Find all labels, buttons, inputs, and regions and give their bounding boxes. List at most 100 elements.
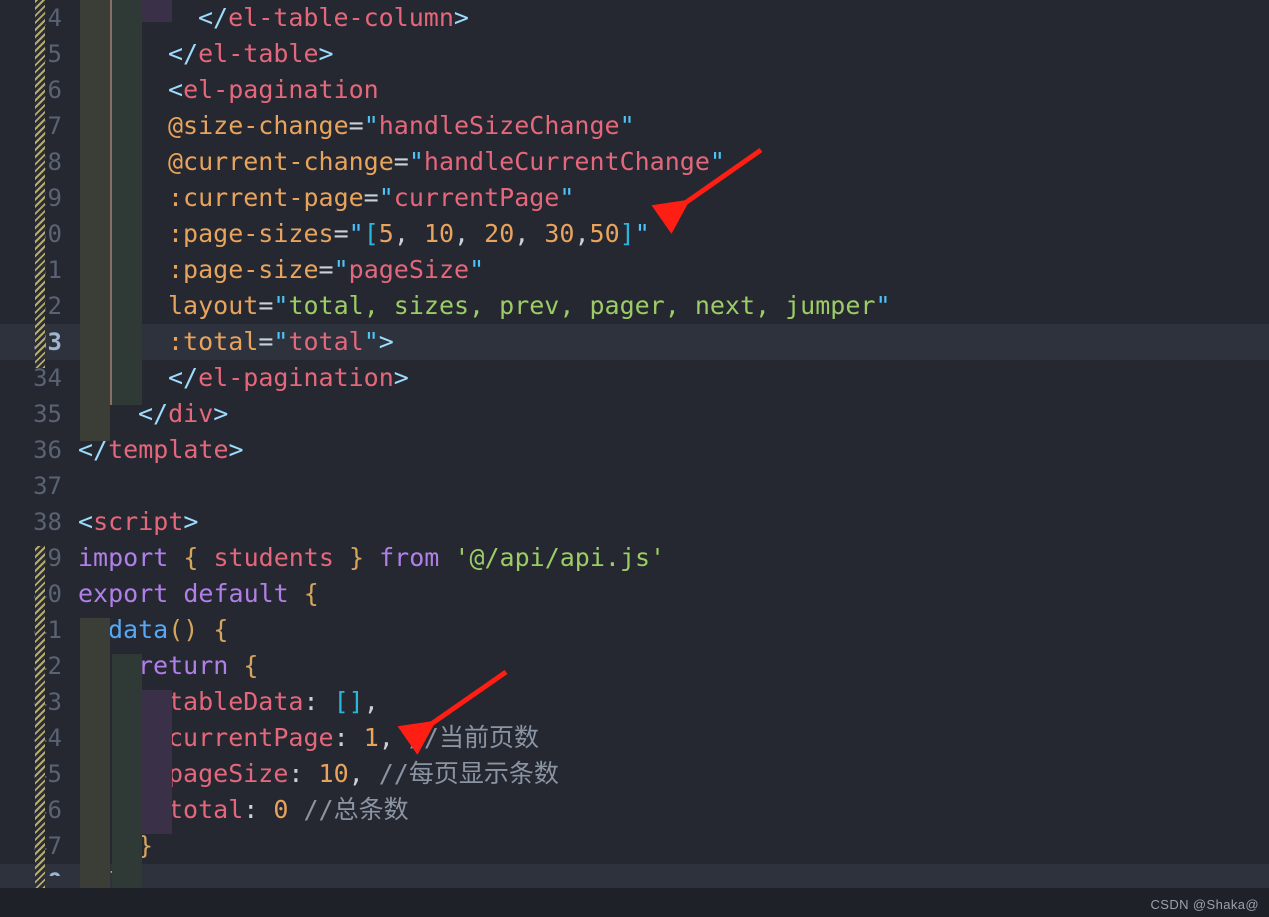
code-line[interactable]: 31:page-size="pageSize" [0, 252, 1269, 288]
code-line[interactable]: 42 return { [0, 648, 1269, 684]
code-token: handleCurrentChange [423, 147, 710, 176]
line-content: tableData: [], [168, 684, 379, 720]
code-token: = [318, 255, 334, 284]
code-token: " [559, 183, 575, 212]
code-line[interactable]: 29:current-page="currentPage" [0, 180, 1269, 216]
code-token: 10 [318, 759, 349, 788]
code-token: pageSize [168, 759, 289, 788]
code-line[interactable]: 25 </el-table> [0, 36, 1269, 72]
code-token: @current-change [168, 147, 394, 176]
code-token: el-pagination [198, 363, 394, 392]
code-token: default [183, 579, 289, 608]
code-token: students [213, 543, 334, 572]
code-token: , [454, 219, 485, 248]
code-token: " [634, 219, 650, 248]
line-content: export default { [78, 576, 319, 612]
code-token: el-table [198, 39, 319, 68]
code-token: div [168, 399, 214, 428]
code-token: , [378, 723, 409, 752]
code-line[interactable]: 28 @current-change="handleCurrentChange" [0, 144, 1269, 180]
code-token: > [393, 363, 409, 392]
code-line[interactable]: 35 </div> [0, 396, 1269, 432]
code-line[interactable]: 40 export default { [0, 576, 1269, 612]
line-content: layout="total, sizes, prev, pager, next,… [168, 288, 891, 324]
code-line[interactable]: 26 <el-pagination [0, 72, 1269, 108]
code-token: </ [138, 399, 169, 428]
code-token: " [363, 327, 379, 356]
line-number: 26 [33, 76, 62, 104]
code-line[interactable]: 36 </template> [0, 432, 1269, 468]
code-line[interactable]: 30:page-sizes="[5, 10, 20, 30,50]" [0, 216, 1269, 252]
code-line[interactable]: 34 </el-pagination> [0, 360, 1269, 396]
line-content: :page-sizes="[5, 10, 20, 30,50]" [168, 216, 650, 252]
code-token: @size-change [168, 111, 349, 140]
code-token: { [213, 615, 229, 644]
code-token: , [348, 759, 379, 788]
code-line[interactable]: 32 layout="total, sizes, prev, pager, nex… [0, 288, 1269, 324]
code-token: total, sizes, prev, pager, next, jumper [288, 291, 876, 320]
line-content: data() { [108, 612, 228, 648]
code-line[interactable]: 43 tableData: [], [0, 684, 1269, 720]
code-token: pageSize [348, 255, 470, 284]
code-line[interactable]: 41 data() { [0, 612, 1269, 648]
code-token: " [469, 255, 485, 284]
code-token: > [183, 507, 199, 536]
line-number: 29 [33, 184, 62, 212]
code-token: 30 [544, 219, 575, 248]
code-line[interactable]: 27 @size-change="handleSizeChange" [0, 108, 1269, 144]
code-line[interactable]: 37 [0, 468, 1269, 504]
code-line[interactable]: 47} [0, 828, 1269, 864]
line-content: return { [138, 648, 258, 684]
code-line[interactable]: 45 pageSize: 10, //每页显示条数 [0, 756, 1269, 792]
code-token: " [273, 291, 289, 320]
code-token: layout [168, 291, 259, 320]
code-line[interactable]: 46 total: 0 //总条数 [0, 792, 1269, 828]
code-editor[interactable]: 24 </el-table-column> 25 </el-table> 26 < el-p… [0, 0, 1269, 917]
code-token: 5 [378, 219, 394, 248]
line-number: 27 [33, 112, 62, 140]
code-line[interactable]: 44 currentPage: 1, //当前页数 [0, 720, 1269, 756]
code-token: </ [78, 435, 109, 464]
line-content: :page-size="pageSize" [168, 252, 484, 288]
code-token: [ [363, 219, 379, 248]
code-token: 1 [363, 723, 379, 752]
code-line[interactable]: 24 </el-table-column> [0, 0, 1269, 36]
code-token: < [168, 75, 184, 104]
line-number: 44 [33, 724, 62, 752]
horizontal-scrollbar[interactable] [0, 876, 1269, 888]
code-token: = [393, 147, 409, 176]
code-token: " [875, 291, 891, 320]
code-token: { [183, 543, 199, 572]
code-token: , [393, 219, 424, 248]
code-token: : [333, 723, 364, 752]
code-token: : [303, 687, 334, 716]
code-token: { [303, 579, 319, 608]
code-token: ] [619, 219, 635, 248]
line-content: :total="total"> [168, 324, 394, 360]
code-lines[interactable]: 24 </el-table-column> 25 </el-table> 26 < el-p… [0, 0, 1269, 888]
code-token: from [379, 543, 440, 572]
line-number: 34 [33, 364, 62, 392]
code-token: > [318, 39, 334, 68]
code-token: [] [333, 687, 364, 716]
code-token: </ [168, 39, 199, 68]
code-token: " [363, 111, 379, 140]
code-token: > [453, 3, 469, 32]
code-line[interactable]: 33:total="total"> [0, 324, 1269, 360]
code-line[interactable]: 39 import { students } from '@/api/api.js… [0, 540, 1269, 576]
line-number: 41 [33, 616, 62, 644]
code-line[interactable]: 38 <script> [0, 504, 1269, 540]
code-token: currentPage [393, 183, 560, 212]
line-content: </el-table> [168, 36, 334, 72]
line-number: 40 [33, 580, 62, 608]
code-token: > [378, 327, 394, 356]
line-number: 47 [33, 832, 62, 860]
code-token: 10 [423, 219, 455, 248]
code-token: = [258, 291, 274, 320]
code-token: 0 [273, 795, 289, 824]
